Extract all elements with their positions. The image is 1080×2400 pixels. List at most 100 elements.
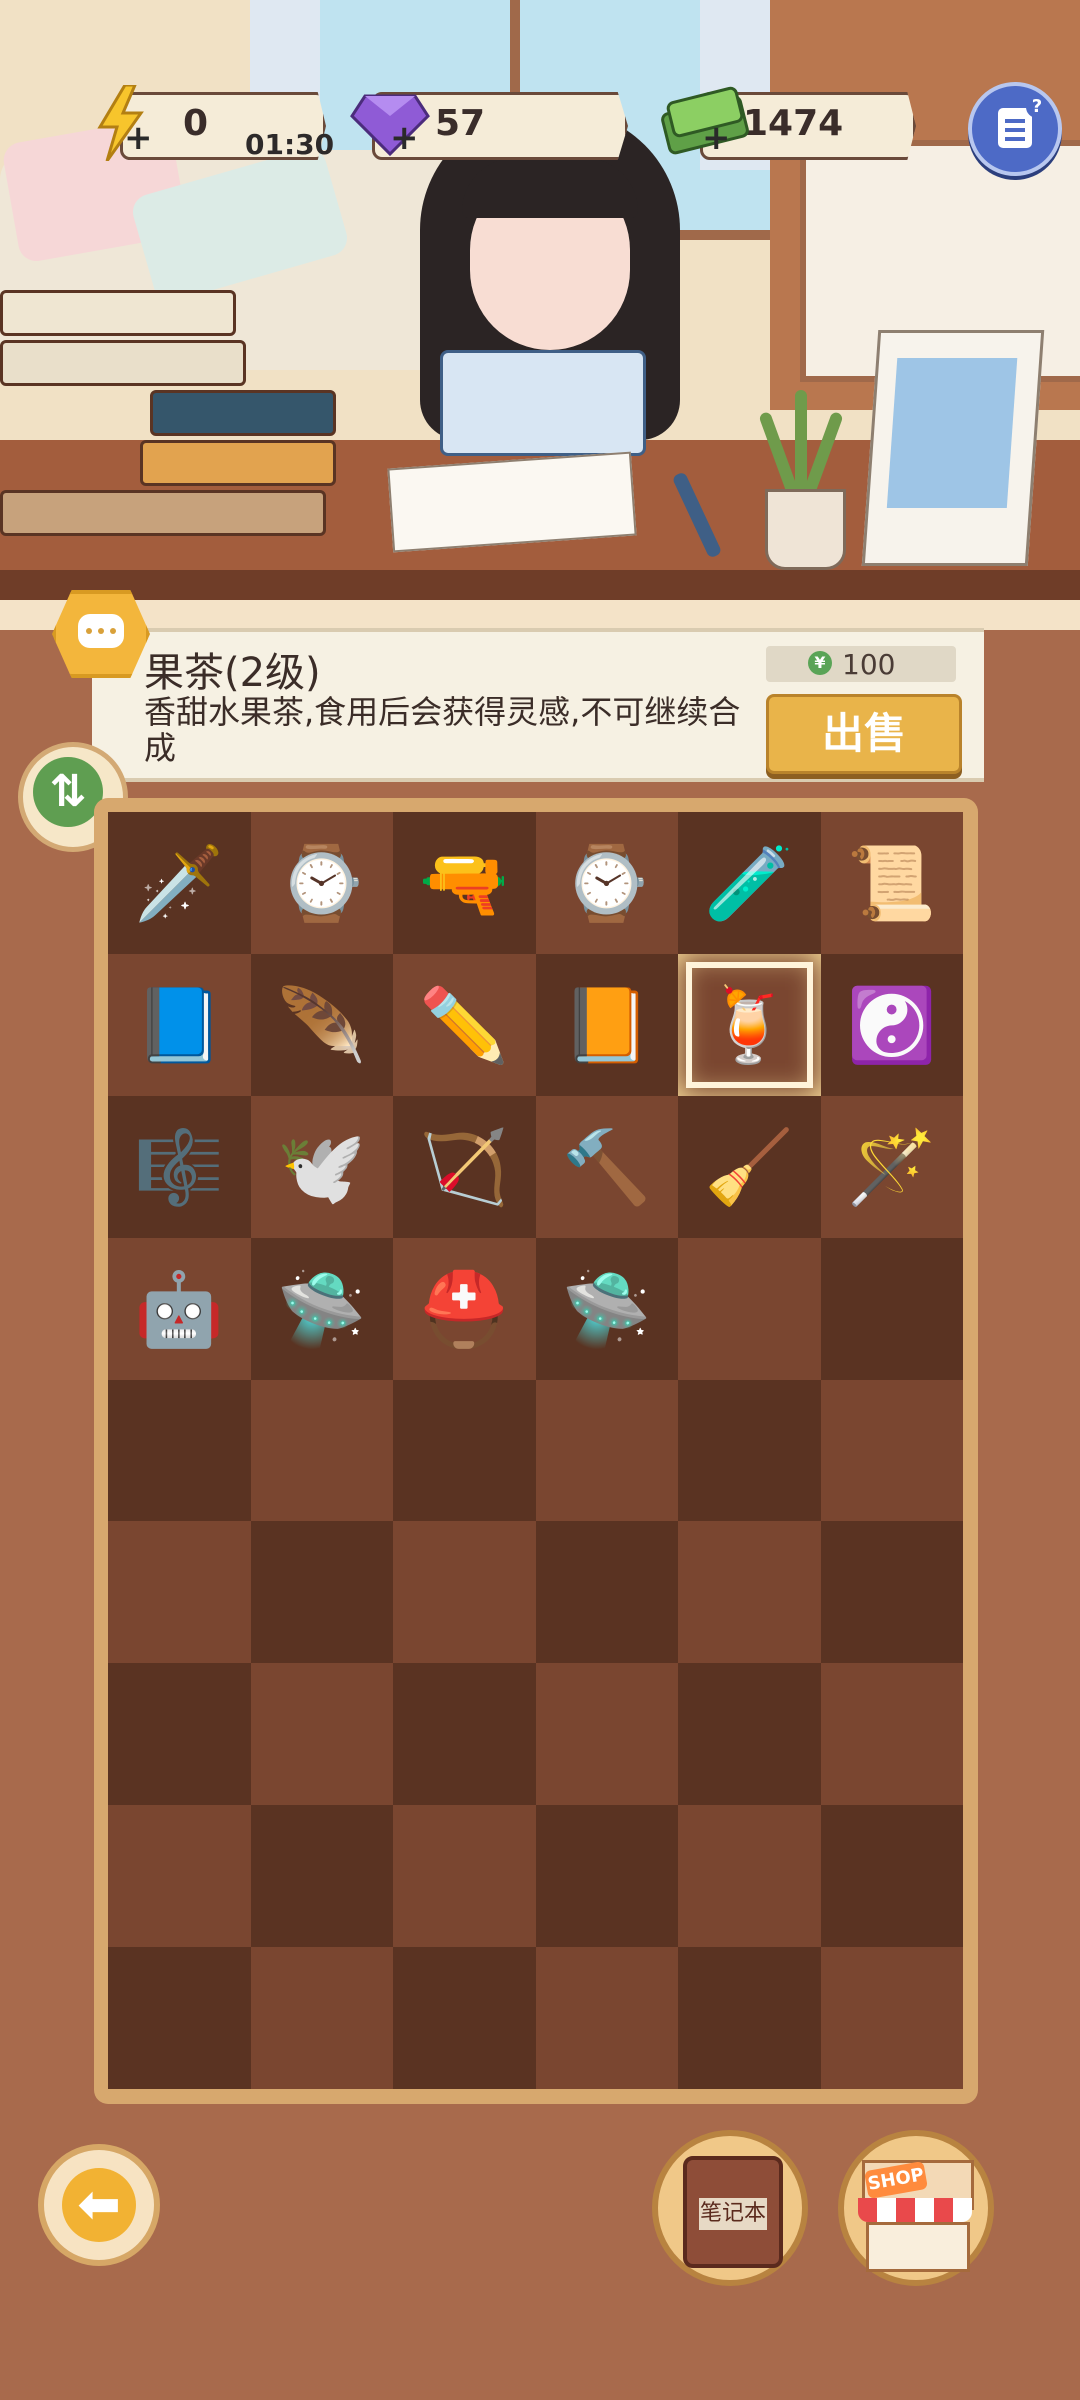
pistol-icon: 🔫 (419, 840, 510, 925)
inventory-slot-ufo[interactable]: 🛸 (535, 1237, 678, 1380)
item-title: 果茶(2级) (144, 650, 321, 696)
inventory-slot-empty[interactable] (250, 1947, 393, 2089)
inventory-slot-empty[interactable] (393, 1805, 536, 1948)
inventory-slot-empty[interactable] (108, 1521, 251, 1664)
inventory-slot-empty[interactable] (108, 1947, 251, 2089)
inventory-slot-empty[interactable] (678, 1379, 821, 1522)
inventory-slot-empty[interactable] (820, 1947, 963, 2089)
inventory-slot-empty[interactable] (820, 1379, 963, 1522)
energy-value: 0 (183, 103, 209, 144)
viking-helmet-icon: ⛑️ (419, 1266, 510, 1351)
calendar-picture (886, 358, 1018, 508)
quest-list-button[interactable]: ? (968, 82, 1062, 176)
robot-icon: 🤖 (134, 1266, 225, 1351)
inventory-slot-empty[interactable] (820, 1805, 963, 1948)
inventory-slot-empty[interactable] (108, 1379, 251, 1522)
gems-value: 57 (435, 103, 486, 144)
shop-button[interactable]: SHOP (838, 2130, 994, 2286)
feather-fan-icon: 🪶 (276, 982, 367, 1067)
inventory-slot-potion[interactable]: 🧪 (678, 812, 821, 954)
inventory-slot-scroll[interactable]: 📜 (820, 812, 963, 954)
inventory-slot-drone[interactable]: 🛸 (250, 1237, 393, 1380)
inventory-slot-empty[interactable] (678, 1805, 821, 1948)
back-arrow-icon: ⬅ (62, 2168, 136, 2242)
inventory-slot-magic-staff[interactable]: 🪄 (820, 1095, 963, 1238)
price-value: 100 (842, 648, 896, 681)
book (0, 340, 246, 386)
inventory-slot-lyre[interactable]: 🎼 (108, 1095, 251, 1238)
sort-icon: ⇅ (33, 757, 103, 827)
inventory-slot-viking-helmet[interactable]: ⛑️ (393, 1237, 536, 1380)
inventory-slot-bow-arrow[interactable]: 🏹 (393, 1095, 536, 1238)
item-description: 香甜水果茶,食用后会获得灵感,不可继续合成 (144, 693, 741, 767)
inventory-slot-empty[interactable] (678, 1947, 821, 2089)
fruit-tea-icon: 🍹 (704, 982, 795, 1067)
inventory-slot-empty[interactable] (535, 1379, 678, 1522)
inventory-board: 🗡️ ⌚ 🔫 ⌚ 🧪 📜 📘 🪶 ✏️ 📙 🍹 ☯️ 🎼 🕊️ 🏹 🔨 🧹 🪄 🤖 🛸 ⛑️ 🛸 (94, 798, 978, 2104)
ancient-book-icon: 📘 (134, 982, 225, 1067)
inventory-slot-pistol[interactable]: 🔫 (393, 812, 536, 954)
inventory-slot-fruit-tea[interactable]: 🍹 (678, 953, 821, 1096)
scroll-icon: 📜 (846, 840, 937, 925)
character-bangs (462, 158, 638, 218)
ufo-icon: 🛸 (561, 1266, 652, 1351)
inventory-slot-empty[interactable] (250, 1663, 393, 1806)
inventory-slot-exam-book[interactable]: 📙 (535, 953, 678, 1096)
inventory-slot-empty[interactable] (393, 1663, 536, 1806)
inventory-slot-empty[interactable] (678, 1521, 821, 1664)
inventory-slot-wristwatch[interactable]: ⌚ (250, 812, 393, 954)
shop-body (866, 2222, 970, 2272)
notebook-icon: 笔记本 (683, 2156, 783, 2268)
inventory-slot-bagua-mirror[interactable]: ☯️ (820, 953, 963, 1096)
add-gems-button[interactable]: + (390, 118, 419, 158)
book-stack (0, 280, 340, 570)
inventory-slot-empty[interactable] (820, 1237, 963, 1380)
inventory-slot-empty[interactable] (535, 1805, 678, 1948)
sell-button[interactable]: 出售 (766, 694, 962, 774)
inventory-slot-empty[interactable] (250, 1379, 393, 1522)
inventory-slot-empty[interactable] (535, 1947, 678, 2089)
wristwatch-icon: ⌚ (276, 840, 367, 925)
lyre-icon: 🎼 (134, 1124, 225, 1209)
inventory-slot-empty[interactable] (678, 1237, 821, 1380)
inventory-slot-sword[interactable]: 🗡️ (108, 812, 251, 954)
inventory-slot-angel-wings[interactable]: 🕊️ (250, 1095, 393, 1238)
inventory-slot-empty[interactable] (393, 1379, 536, 1522)
desk-edge (0, 570, 1080, 600)
bow-arrow-icon: 🏹 (419, 1124, 510, 1209)
potted-plant (758, 380, 846, 570)
inventory-slot-ancient-book[interactable]: 📘 (108, 953, 251, 1096)
inventory-slot-empty[interactable] (250, 1805, 393, 1948)
inventory-slot-pencil[interactable]: ✏️ (393, 953, 536, 1096)
back-button[interactable]: ⬅ (38, 2144, 160, 2266)
inventory-slot-empty[interactable] (250, 1521, 393, 1664)
inventory-slot-digital-watch[interactable]: ⌚ (535, 812, 678, 954)
notebook-button[interactable]: 笔记本 (652, 2130, 808, 2286)
inventory-slot-empty[interactable] (678, 1663, 821, 1806)
sword-icon: 🗡️ (134, 840, 225, 925)
inventory-slot-feather-fan[interactable]: 🪶 (250, 953, 393, 1096)
add-energy-button[interactable]: + (124, 118, 153, 158)
item-info-panel: 果茶(2级) 香甜水果茶,食用后会获得灵感,不可继续合成 ¥ 100 出售 (92, 628, 984, 782)
inventory-slot-empty[interactable] (820, 1663, 963, 1806)
add-cash-button[interactable]: + (702, 118, 731, 158)
book (140, 440, 336, 486)
inventory-slot-robot[interactable]: 🤖 (108, 1237, 251, 1380)
chat-icon[interactable] (52, 590, 150, 678)
inventory-slot-empty[interactable] (393, 1521, 536, 1664)
inventory-slot-empty[interactable] (535, 1521, 678, 1664)
inventory-slot-hammer[interactable]: 🔨 (535, 1095, 678, 1238)
inventory-slot-broom[interactable]: 🧹 (678, 1095, 821, 1238)
book (150, 390, 336, 436)
book (0, 290, 236, 336)
inventory-slot-empty[interactable] (535, 1663, 678, 1806)
plant-pot (765, 489, 846, 570)
broom-icon: 🧹 (704, 1124, 795, 1209)
desk-calendar (861, 330, 1045, 566)
inventory-slot-empty[interactable] (108, 1663, 251, 1806)
inventory-slot-empty[interactable] (393, 1947, 536, 2089)
inventory-grid: 🗡️ ⌚ 🔫 ⌚ 🧪 📜 📘 🪶 ✏️ 📙 🍹 ☯️ 🎼 🕊️ 🏹 🔨 🧹 🪄 🤖 🛸 ⛑️ 🛸 (108, 812, 963, 2089)
inventory-slot-empty[interactable] (820, 1521, 963, 1664)
inventory-slot-empty[interactable] (108, 1805, 251, 1948)
cash-value: 1474 (743, 103, 844, 144)
